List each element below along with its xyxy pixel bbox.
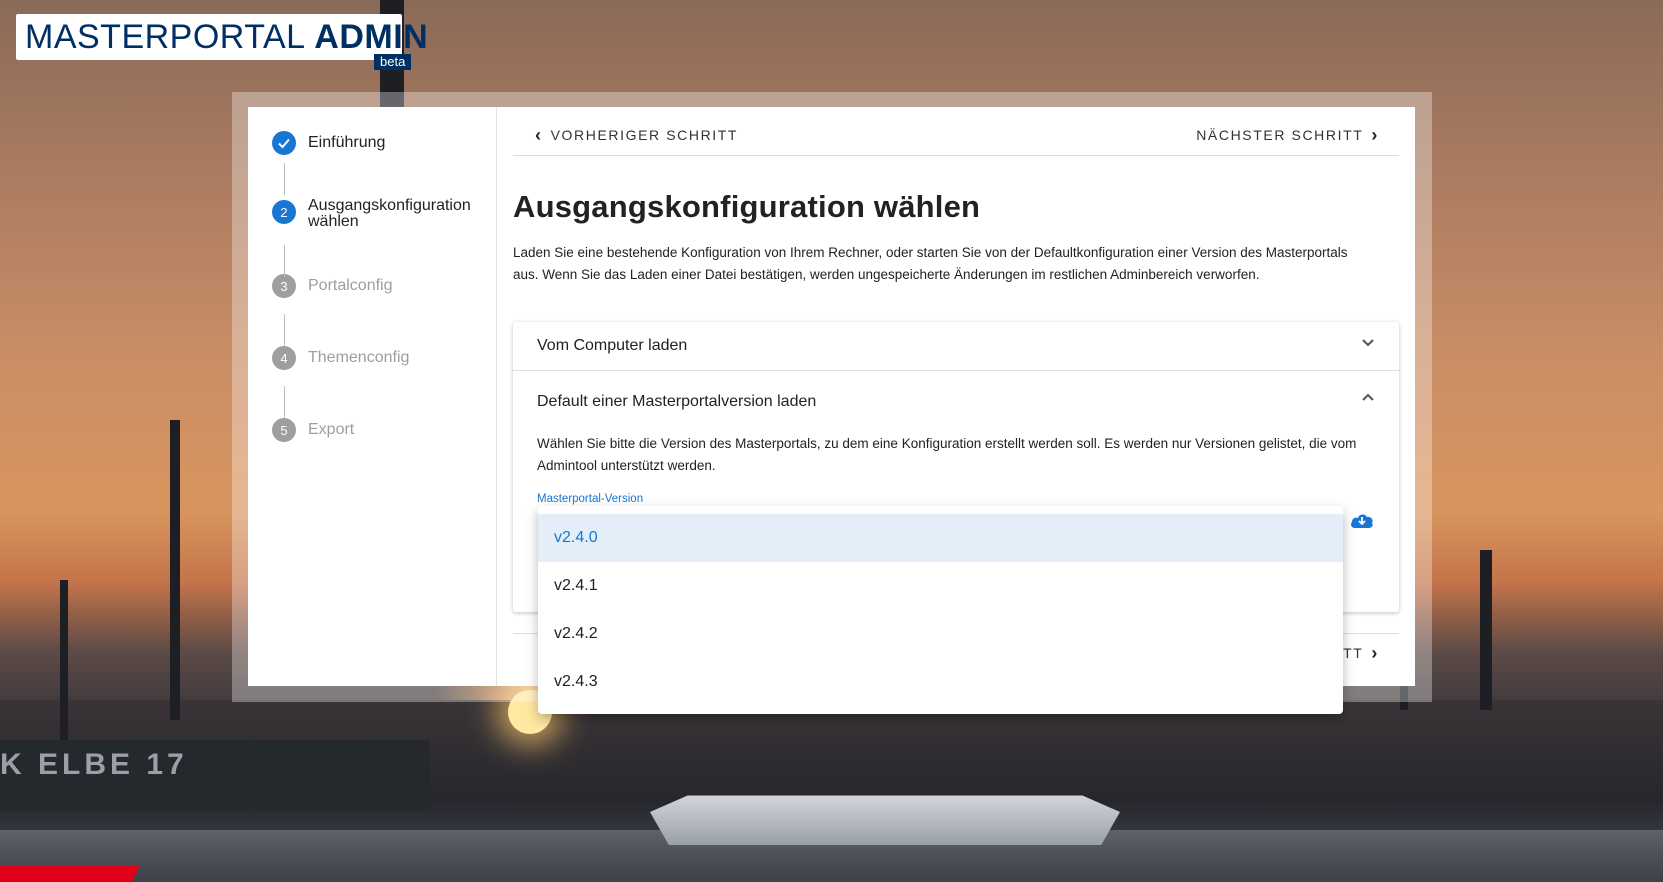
step-number: 2 — [272, 200, 296, 224]
next-step-button[interactable]: NÄCHSTER SCHRITT › — [1196, 126, 1379, 144]
next-step-button-bottom[interactable]: TT › — [1343, 644, 1379, 662]
previous-step-button[interactable]: ‹ VORHERIGER SCHRITT — [535, 126, 738, 144]
version-option[interactable]: v2.4.3 — [538, 658, 1343, 706]
chevron-left-icon: ‹ — [535, 125, 543, 145]
check-icon — [272, 131, 296, 155]
step-number: 4 — [272, 346, 296, 370]
step-label: Portalconfig — [308, 277, 393, 294]
page-title: Ausgangskonfiguration wählen — [513, 189, 981, 224]
next-step-label-partial: TT — [1343, 645, 1364, 661]
step-label-line2: wählen — [308, 213, 359, 230]
cloud-download-icon[interactable] — [1349, 510, 1375, 530]
ship-hull: K ELBE 17 — [0, 740, 430, 810]
panel-header-computer[interactable]: Vom Computer laden — [513, 322, 1399, 371]
panel-title: Default einer Masterportalversion laden — [537, 393, 817, 410]
step-number: 3 — [272, 274, 296, 298]
chevron-right-icon: › — [1371, 125, 1379, 145]
step-label: Ausgangskonfiguration wählen — [308, 198, 471, 230]
chimney-right — [1480, 550, 1492, 710]
logo-badge-wrap: beta — [16, 14, 412, 70]
wizard-stepper: Einführung 2 Ausgangskonfiguration wähle… — [248, 107, 497, 686]
crane-far-left — [60, 580, 68, 740]
version-dropdown-menu: v2.4.0 v2.4.1 v2.4.2 v2.4.3 — [538, 506, 1343, 714]
step-label: Themenconfig — [308, 349, 410, 366]
chevron-up-icon — [1361, 391, 1375, 410]
intro-text: Laden Sie eine bestehende Konfiguration … — [513, 245, 1348, 282]
version-option[interactable]: v2.4.2 — [538, 610, 1343, 658]
next-step-label: NÄCHSTER SCHRITT — [1196, 127, 1364, 143]
step-ausgangskonfiguration[interactable]: 2 Ausgangskonfiguration wählen — [272, 198, 471, 230]
step-number: 5 — [272, 418, 296, 442]
version-option[interactable]: v2.4.0 — [538, 514, 1343, 562]
step-themenconfig[interactable]: 4 Themenconfig — [272, 346, 409, 370]
ferry-ship — [650, 795, 1120, 845]
step-einfuehrung[interactable]: Einführung — [272, 131, 385, 155]
stepper-connector — [284, 314, 285, 346]
version-option[interactable]: v2.4.1 — [538, 562, 1343, 610]
step-navigation-top: ‹ VORHERIGER SCHRITT NÄCHSTER SCHRITT › — [513, 119, 1399, 156]
step-label-line1: Ausgangskonfiguration — [308, 197, 471, 214]
panel-title: Vom Computer laden — [537, 337, 688, 354]
stepper-connector — [284, 163, 285, 195]
crane-left — [170, 420, 180, 720]
chevron-down-icon — [1361, 335, 1375, 354]
stepper-connector — [284, 245, 285, 277]
step-label: Export — [308, 421, 355, 438]
chevron-right-icon: › — [1371, 643, 1379, 663]
step-label: Einführung — [308, 134, 386, 151]
ship-hull-text: K ELBE 17 — [0, 748, 188, 781]
version-select-label: Masterportal-Version — [537, 493, 644, 505]
brand-red-stripe — [0, 866, 140, 882]
beta-badge: beta — [374, 54, 412, 70]
step-portalconfig[interactable]: 3 Portalconfig — [272, 274, 393, 298]
stepper-connector — [284, 386, 285, 418]
panel-header-default[interactable]: Default einer Masterportalversion laden — [513, 378, 1399, 426]
previous-step-label: VORHERIGER SCHRITT — [550, 127, 739, 143]
panel-description: Wählen Sie bitte die Version des Masterp… — [537, 436, 1357, 473]
step-export[interactable]: 5 Export — [272, 418, 354, 442]
